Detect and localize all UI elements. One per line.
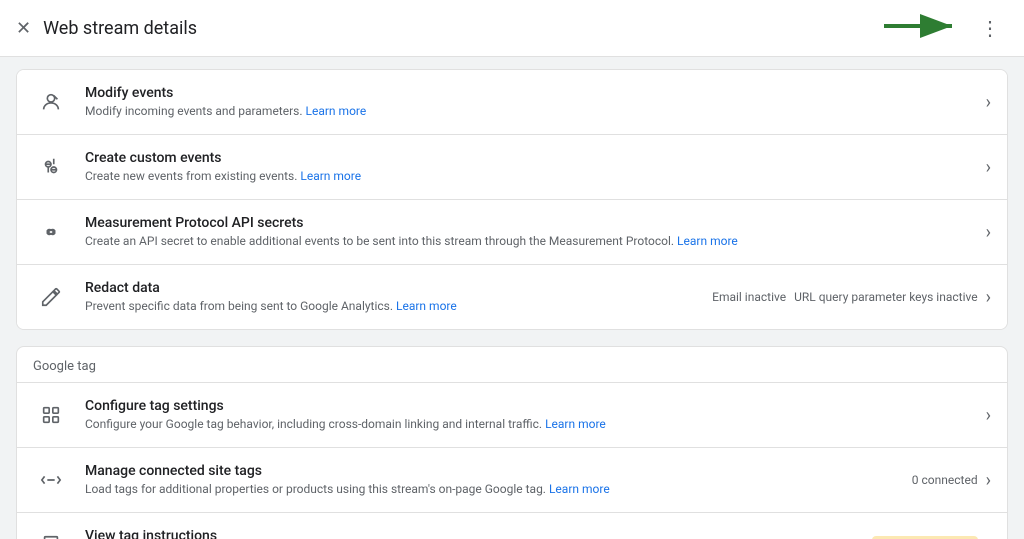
close-button[interactable]: ✕ [16,18,31,39]
measurement-protocol-title: Measurement Protocol API secrets [85,215,986,231]
manage-connected-item[interactable]: Manage connected site tags Load tags for… [17,447,1007,512]
create-custom-events-desc: Create new events from existing events. … [85,168,986,185]
measurement-protocol-learn-more[interactable]: Learn more [677,234,738,248]
manage-connected-icon [33,462,69,498]
annotation-arrow [884,11,964,45]
page-title: Web stream details [43,18,972,39]
url-query-inactive-badge: URL query parameter keys inactive [794,290,977,304]
measurement-protocol-content: Measurement Protocol API secrets Create … [85,215,986,250]
create-custom-events-title: Create custom events [85,150,986,166]
view-instructions-item[interactable]: View tag instructions Get instructions f… [17,512,1007,539]
manage-connected-title: Manage connected site tags [85,463,912,479]
google-tag-card: Google tag Configure tag settings Config… [16,346,1008,539]
manage-connected-learn-more[interactable]: Learn more [549,482,610,496]
measurement-protocol-chevron: › [986,222,991,243]
redact-data-chevron: › [986,287,991,308]
header: ✕ Web stream details ⋮ [0,0,1024,57]
configure-tag-title: Configure tag settings [85,398,986,414]
create-custom-events-content: Create custom events Create new events f… [85,150,986,185]
redact-data-desc: Prevent specific data from being sent to… [85,298,712,315]
configure-tag-icon [33,397,69,433]
create-custom-events-icon [33,149,69,185]
create-custom-events-chevron: › [986,157,991,178]
redact-data-learn-more[interactable]: Learn more [396,299,457,313]
content-area: Modify events Modify incoming events and… [0,57,1024,539]
redact-data-icon [33,279,69,315]
create-custom-events-item[interactable]: Create custom events Create new events f… [17,134,1007,199]
events-card: Modify events Modify incoming events and… [16,69,1008,330]
manage-connected-status: 0 connected [912,473,978,487]
modify-events-learn-more[interactable]: Learn more [306,104,367,118]
modify-events-item[interactable]: Modify events Modify incoming events and… [17,70,1007,134]
redact-data-title: Redact data [85,280,712,296]
view-instructions-chevron: › [986,535,991,539]
view-instructions-title: View tag instructions [85,528,872,539]
google-tag-section-label: Google tag [17,347,1007,382]
more-options-button[interactable]: ⋮ [972,12,1008,44]
create-custom-events-learn-more[interactable]: Learn more [300,169,361,183]
configure-tag-learn-more[interactable]: Learn more [545,417,606,431]
redact-data-content: Redact data Prevent specific data from b… [85,280,712,315]
configure-tag-desc: Configure your Google tag behavior, incl… [85,416,986,433]
manage-connected-desc: Load tags for additional properties or p… [85,481,912,498]
connected-count-badge: 0 connected [912,473,978,487]
view-instructions-content: View tag instructions Get instructions f… [85,528,872,539]
manage-connected-content: Manage connected site tags Load tags for… [85,463,912,498]
modify-events-title: Modify events [85,85,986,101]
email-inactive-badge: Email inactive [712,290,786,304]
modify-events-content: Modify events Modify incoming events and… [85,85,986,120]
measurement-protocol-icon [33,214,69,250]
measurement-protocol-desc: Create an API secret to enable additiona… [85,233,986,250]
modify-events-desc: Modify incoming events and parameters. L… [85,103,986,120]
redact-data-item[interactable]: Redact data Prevent specific data from b… [17,264,1007,329]
configure-tag-content: Configure tag settings Configure your Go… [85,398,986,433]
configure-tag-item[interactable]: Configure tag settings Configure your Go… [17,382,1007,447]
view-instructions-icon [33,527,69,539]
configure-tag-chevron: › [986,405,991,426]
modify-events-icon [33,84,69,120]
manage-connected-chevron: › [986,470,991,491]
measurement-protocol-item[interactable]: Measurement Protocol API secrets Create … [17,199,1007,264]
redact-data-status: Email inactive URL query parameter keys … [712,290,977,304]
modify-events-chevron: › [986,92,991,113]
